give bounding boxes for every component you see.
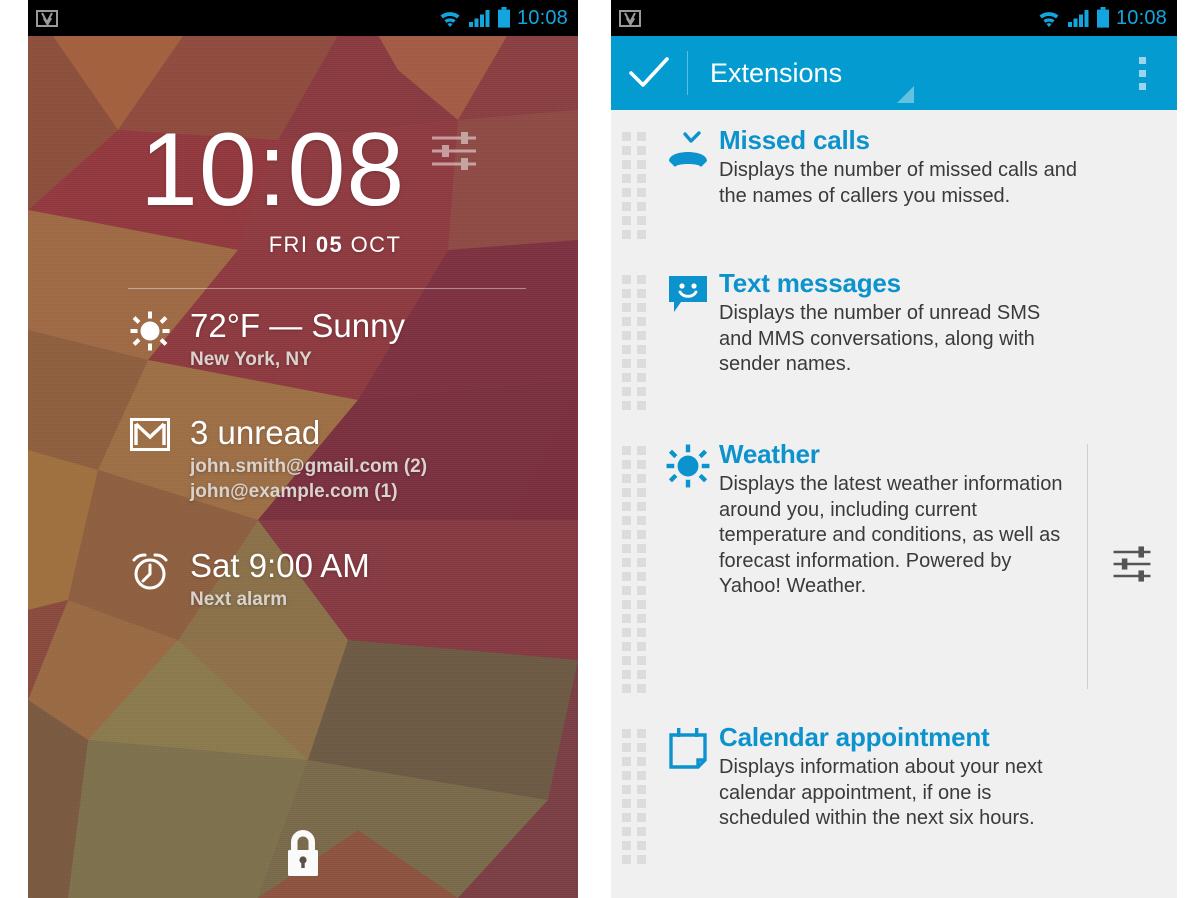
extension-description: Displays information about your next cal…	[719, 756, 1043, 830]
status-bar-right: 10:08	[611, 0, 1177, 36]
extension-settings-slot	[1087, 723, 1177, 864]
extension-title: Text messages	[719, 268, 901, 298]
drag-handle-dots-icon[interactable]	[611, 894, 657, 898]
lockscreen-phone: 10:08 10:08 FRI 05 OCT 72°F — Sunny New …	[28, 0, 578, 898]
extension-settings-slot	[1087, 126, 1177, 239]
gmail-account-line-2: john@example.com (1)	[190, 481, 398, 503]
gmail-icon	[36, 9, 58, 27]
lockscreen-alarm-row[interactable]: Sat 9:00 AM Next alarm	[128, 548, 370, 612]
date-day: 05	[315, 232, 344, 257]
wifi-icon	[1039, 12, 1059, 27]
extension-settings-slot	[1087, 269, 1177, 410]
drag-handle-dots-icon[interactable]	[611, 440, 657, 693]
extension-title: Missed calls	[719, 125, 870, 155]
extension-settings-slot	[1087, 440, 1177, 693]
gmail-icon	[619, 9, 641, 27]
status-bar-time: 10:08	[516, 6, 568, 29]
extensions-phone: 10:08 Extensions Missed calls Displays t…	[611, 0, 1177, 898]
resize-triangle-icon	[897, 85, 915, 103]
gmail-account-line-1: john.smith@gmail.com (2)	[190, 455, 428, 477]
page-title: Extensions	[710, 57, 915, 103]
battery-icon	[497, 7, 510, 28]
lockscreen-content: 10:08 FRI 05 OCT 72°F — Sunny New York, …	[28, 0, 578, 898]
lockscreen-gmail-row[interactable]: 3 unread john.smith@gmail.com (2) john@e…	[128, 415, 427, 505]
lockscreen-weather-row[interactable]: 72°F — Sunny New York, NY	[128, 308, 405, 372]
status-bar-left: 10:08	[28, 0, 578, 36]
drag-handle-dots-icon[interactable]	[611, 269, 657, 410]
sliders-settings-icon[interactable]	[428, 130, 480, 172]
lockscreen-date: FRI 05 OCT	[140, 232, 530, 258]
overflow-menu-icon[interactable]	[1113, 56, 1171, 90]
missed-call-icon	[657, 126, 719, 170]
list-item[interactable]: Weather Displays the latest weather info…	[611, 424, 1177, 707]
wifi-icon	[440, 12, 460, 27]
extension-settings-slot	[1087, 894, 1177, 898]
sliders-settings-icon[interactable]	[1108, 544, 1156, 589]
sun-weather-icon	[128, 308, 172, 372]
gmail-icon	[657, 894, 719, 898]
battery-icon	[1096, 7, 1109, 28]
action-bar-divider	[687, 51, 688, 95]
extensions-list[interactable]: Missed calls Displays the number of miss…	[611, 110, 1177, 898]
lock-icon[interactable]	[280, 826, 326, 882]
extension-description: Displays the latest weather information …	[719, 473, 1063, 598]
calendar-icon	[657, 723, 719, 773]
list-item[interactable]: Calendar appointment Displays informatio…	[611, 707, 1177, 878]
screenshot-stage: 10:08 10:08 FRI 05 OCT 72°F — Sunny New …	[0, 0, 1198, 898]
list-item[interactable]: Missed calls Displays the number of miss…	[611, 110, 1177, 253]
extension-description: Displays the number of unread SMS and MM…	[719, 302, 1041, 376]
gmail-unread-title: 3 unread	[190, 414, 321, 451]
weather-location: New York, NY	[190, 348, 312, 370]
list-item[interactable]: Gmail unread count	[611, 878, 1177, 898]
alarm-clock-icon	[128, 548, 172, 612]
cellular-signal-icon	[468, 10, 490, 27]
lockscreen-clock: 10:08	[140, 112, 406, 228]
drag-handle-dots-icon[interactable]	[611, 126, 657, 239]
extension-title: Calendar appointment	[719, 722, 990, 752]
extension-title: Gmail unread count	[719, 893, 1077, 898]
checkmark-icon[interactable]	[611, 56, 687, 90]
alarm-time: Sat 9:00 AM	[190, 547, 370, 584]
weather-title: 72°F — Sunny	[190, 307, 405, 344]
extension-description: Displays the number of missed calls and …	[719, 159, 1077, 207]
sms-message-icon	[657, 269, 719, 315]
lockscreen-divider	[128, 288, 526, 289]
gmail-icon	[128, 415, 172, 505]
drag-handle-dots-icon[interactable]	[611, 723, 657, 864]
sun-weather-icon	[657, 440, 719, 488]
date-weekday: FRI	[268, 232, 309, 257]
list-item[interactable]: Text messages Displays the number of unr…	[611, 253, 1177, 424]
alarm-label: Next alarm	[190, 588, 288, 610]
date-month: OCT	[350, 232, 402, 257]
extension-title: Weather	[719, 439, 820, 469]
page-title-text: Extensions	[710, 57, 843, 88]
status-bar-time: 10:08	[1115, 6, 1167, 29]
action-bar: Extensions	[611, 36, 1177, 110]
cellular-signal-icon	[1067, 10, 1089, 27]
